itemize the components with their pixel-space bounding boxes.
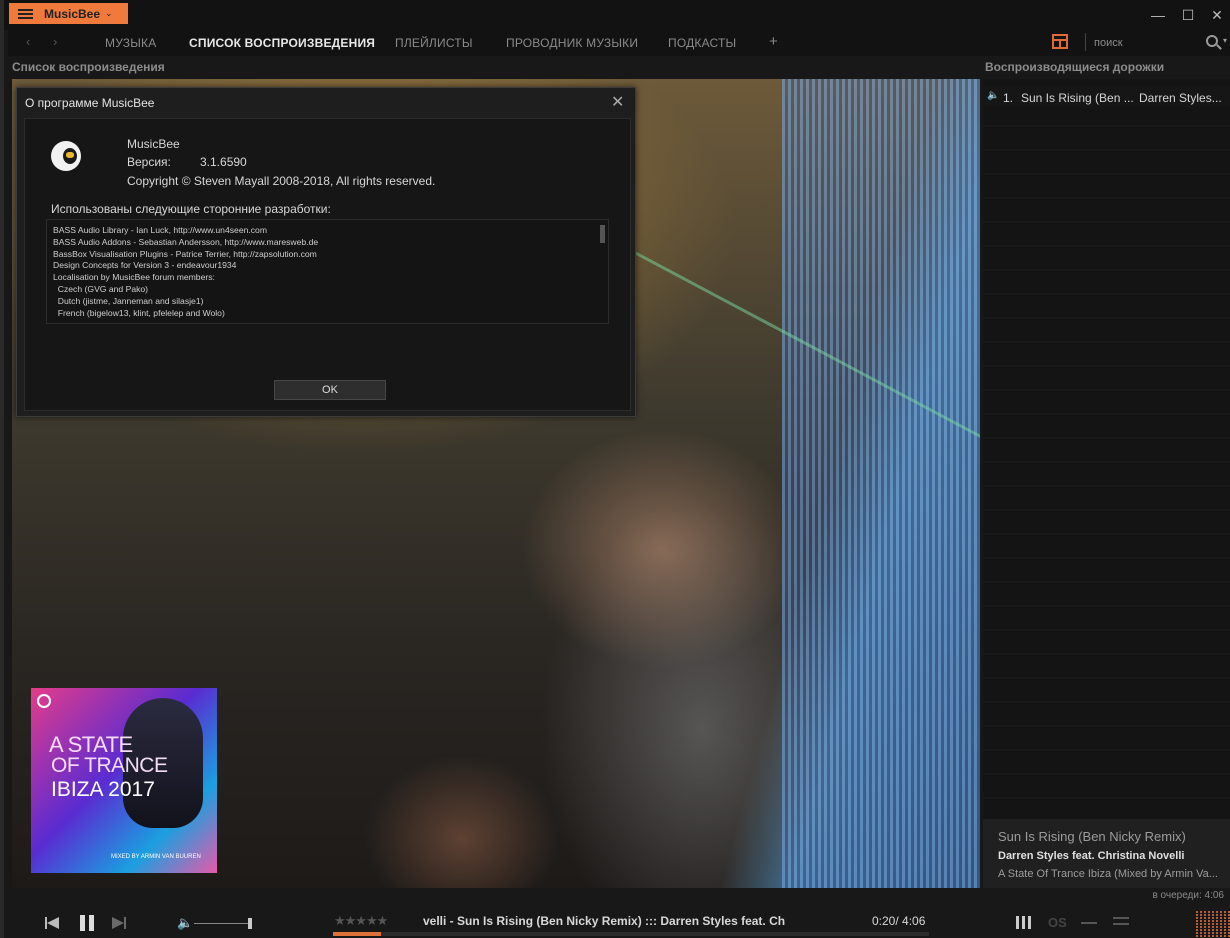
version-label: Версия: <box>127 155 171 169</box>
progress-fill <box>333 932 382 936</box>
search-input[interactable] <box>1094 35 1194 51</box>
credit-line: French (bigelow13, klint, pfelelep and W… <box>53 307 225 318</box>
credits-heading: Использованы следующие сторонние разрабо… <box>51 202 331 216</box>
album-cover-line2: OF TRANCE <box>51 754 168 777</box>
playing-tracks-list: 🔈 1. Sun Is Rising (Ben ... Darren Style… <box>983 79 1230 819</box>
title-bar: MusicBee ⌄ — ☐ ✕ <box>4 0 1230 30</box>
tab-now-playing-list[interactable]: СПИСОК ВОСПРОИЗВЕДЕНИЯ <box>189 36 375 50</box>
ok-button[interactable]: OK <box>274 380 386 400</box>
credit-line: BassBox Visualisation Plugins - Patrice … <box>53 248 317 259</box>
progress-bar[interactable] <box>333 932 929 936</box>
credit-line: Dutch (jistme, Janneman and silasje1) <box>53 295 204 306</box>
maximize-button[interactable]: ☐ <box>1175 4 1201 26</box>
list-item[interactable]: 🔈 1. Sun Is Rising (Ben ... Darren Style… <box>983 87 1230 107</box>
volume-slider-knob[interactable] <box>248 918 252 929</box>
back-arrow-icon[interactable]: ‹ <box>26 34 30 49</box>
previous-track-icon[interactable] <box>45 917 59 929</box>
repeat-icon[interactable] <box>1113 917 1129 925</box>
album-cover-footer: MIXED BY ARMIN VAN BUUREN <box>111 854 201 860</box>
scrobble-icon[interactable]: OS <box>1048 915 1067 930</box>
musicbee-logo-icon <box>51 141 81 171</box>
now-playing-marquee: velli - Sun Is Rising (Ben Nicky Remix) … <box>423 914 786 928</box>
now-playing-info: Sun Is Rising (Ben Nicky Remix) Darren S… <box>983 819 1230 888</box>
version-value: 3.1.6590 <box>200 155 247 169</box>
next-track-icon[interactable] <box>112 917 126 929</box>
credit-line: BASS Audio Library - Ian Luck, http://ww… <box>53 225 267 235</box>
divider <box>1085 33 1086 51</box>
playing-tracks-header: Воспроизводящиеся дорожки <box>985 60 1165 74</box>
credit-line: Design Concepts for Version 3 - endeavou… <box>53 260 237 271</box>
tab-podcasts[interactable]: ПОДКАСТЫ <box>668 36 736 50</box>
layout-icon[interactable] <box>1052 34 1068 49</box>
app-menu-button[interactable]: MusicBee ⌄ <box>9 3 128 24</box>
app-name: MusicBee <box>44 6 101 21</box>
minimize-button[interactable]: — <box>1145 4 1171 26</box>
close-window-button[interactable]: ✕ <box>1204 4 1230 26</box>
volume-icon[interactable]: 🔈 <box>177 915 193 931</box>
dialog-close-icon[interactable]: ✕ <box>611 92 624 112</box>
volume-slider[interactable] <box>194 923 250 924</box>
search-icon[interactable] <box>1206 35 1218 47</box>
track-number: 1. <box>1003 91 1014 105</box>
track-artist: Darren Styles... <box>1139 91 1222 105</box>
equalizer-icon[interactable] <box>1016 916 1032 929</box>
speaker-icon: 🔈 <box>987 90 1000 101</box>
credit-line: Localisation by MusicBee forum members: <box>53 272 215 283</box>
asot-logo-icon <box>37 694 51 708</box>
chevron-down-icon: ⌄ <box>105 8 113 18</box>
track-title: Sun Is Rising (Ben ... <box>1021 91 1134 105</box>
credits-scrollbar[interactable] <box>600 225 605 243</box>
now-playing-artist: Darren Styles feat. Christina Novelli <box>998 850 1185 862</box>
forward-arrow-icon[interactable]: › <box>53 34 57 49</box>
spectrum-visualizer-icon[interactable] <box>1196 911 1230 938</box>
rating-stars[interactable]: ★★★★★ <box>334 913 388 929</box>
credits-list[interactable]: BASS Audio Library - Ian Luck, http://ww… <box>46 219 609 324</box>
led-wall-decoration <box>782 79 980 888</box>
add-tab-button[interactable]: + <box>769 33 778 50</box>
playback-time[interactable]: 0:20/ 4:06 <box>872 914 925 928</box>
tab-music-explorer[interactable]: ПРОВОДНИК МУЗЫКИ <box>506 36 638 50</box>
about-dialog: О программе MusicBee ✕ MusicBee Версия: … <box>16 87 636 417</box>
hamburger-icon <box>18 8 33 19</box>
now-playing-title: Sun Is Rising (Ben Nicky Remix) <box>998 829 1186 844</box>
musicbee-window: MusicBee ⌄ — ☐ ✕ ‹ › МУЗЫКА СПИСОК ВОСПР… <box>0 0 1230 938</box>
album-cover-line3: IBIZA 2017 <box>51 778 155 801</box>
album-cover[interactable]: A STATE OF TRANCE IBIZA 2017 MIXED BY AR… <box>31 688 217 873</box>
tab-music[interactable]: МУЗЫКА <box>105 36 156 50</box>
pause-icon[interactable] <box>80 915 94 931</box>
copyright-text: Copyright © Steven Mayall 2008-2018, All… <box>127 174 436 188</box>
tab-playlists[interactable]: ПЛЕЙЛИСТЫ <box>395 36 473 50</box>
main-navigation: ‹ › МУЗЫКА СПИСОК ВОСПРОИЗВЕДЕНИЯ ПЛЕЙЛИ… <box>8 30 1230 56</box>
search-options-icon[interactable]: ▾ <box>1223 36 1227 45</box>
now-playing-album: A State Of Trance Ibiza (Mixed by Armin … <box>998 868 1218 880</box>
shuffle-icon[interactable] <box>1081 922 1097 924</box>
dialog-body: MusicBee Версия: 3.1.6590 Copyright © St… <box>24 118 631 411</box>
now-playing-list-header: Список воспроизведения <box>12 60 165 74</box>
about-app-name: MusicBee <box>127 137 180 151</box>
credit-line: Czech (GVG and Pako) <box>53 283 149 294</box>
dialog-title: О программе MusicBee <box>25 96 155 110</box>
queue-duration: в очереди: 4:06 <box>1152 890 1224 901</box>
player-bar: 🔈 ★★★★★ velli - Sun Is Rising (Ben Nicky… <box>8 905 1230 938</box>
credit-line: BASS Audio Addons - Sebastian Andersson,… <box>53 236 319 247</box>
